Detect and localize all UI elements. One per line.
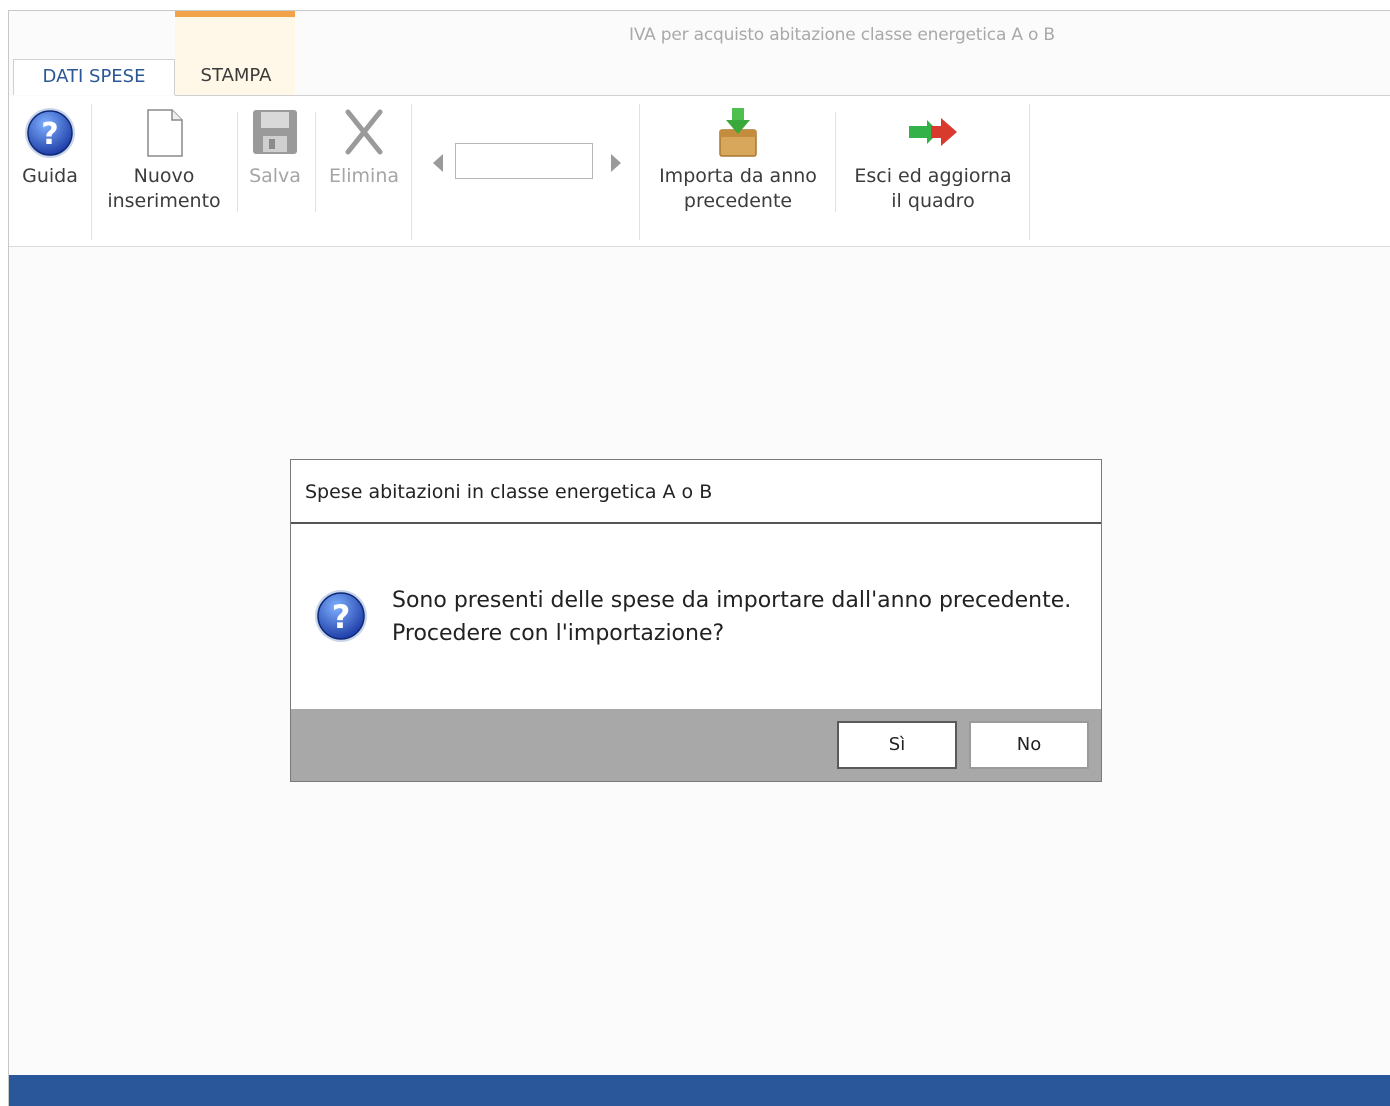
ribbon-separator — [315, 112, 316, 212]
svg-text:?: ? — [332, 598, 351, 636]
guida-label: Guida — [22, 165, 78, 187]
yes-button[interactable]: Sì — [837, 721, 957, 769]
dialog-message-line-2: Procedere con l'importazione? — [392, 621, 725, 646]
ribbon-separator — [91, 104, 92, 240]
tab-dati-spese[interactable]: DATI SPESE — [13, 59, 175, 95]
next-record-arrow[interactable] — [611, 154, 621, 172]
ribbon-separator — [639, 104, 640, 240]
delete-icon — [345, 109, 383, 155]
exit-arrow-icon — [909, 118, 957, 146]
confirm-import-dialog: Spese abitazioni in classe energetica A … — [290, 459, 1102, 782]
ribbon-toolbar: ? Guida Nuovo inserimento Salva Elimina … — [9, 96, 1390, 247]
salva-button[interactable]: Salva — [243, 106, 307, 189]
nuovo-inserimento-button[interactable]: Nuovo inserimento — [99, 106, 229, 214]
dialog-message: Sono presenti delle spese da importare d… — [392, 584, 1082, 650]
new-document-icon — [147, 109, 183, 157]
ribbon-separator — [835, 112, 836, 212]
esci-aggiorna-quadro-button[interactable]: Esci ed aggiorna il quadro — [843, 106, 1023, 214]
import-box-icon — [719, 108, 757, 157]
previous-record-arrow[interactable] — [433, 154, 443, 172]
tab-stampa[interactable]: STAMPA — [181, 59, 291, 95]
status-bar — [9, 1075, 1390, 1106]
elimina-label: Elimina — [328, 165, 400, 187]
esci-label: Esci ed aggiorna il quadro — [854, 165, 1012, 212]
dialog-message-line-1: Sono presenti delle spese da importare d… — [392, 588, 1072, 613]
importa-anno-precedente-button[interactable]: Importa da anno precedente — [647, 106, 829, 214]
salva-label: Salva — [249, 165, 301, 187]
ribbon-separator — [411, 104, 412, 240]
ribbon-separator — [237, 112, 238, 212]
importa-label: Importa da anno precedente — [659, 165, 817, 212]
guida-button[interactable]: ? Guida — [17, 106, 83, 189]
elimina-button[interactable]: Elimina — [321, 106, 407, 189]
nuovo-label: Nuovo inserimento — [107, 165, 221, 212]
record-navigator-input[interactable] — [455, 143, 593, 179]
save-icon — [253, 110, 297, 154]
dialog-title: Spese abitazioni in classe energetica A … — [291, 460, 1101, 524]
svg-text:?: ? — [41, 117, 58, 152]
dialog-footer: Sì No — [291, 709, 1101, 781]
question-icon: ? — [315, 590, 367, 642]
ribbon-separator — [1029, 104, 1030, 240]
window-title: IVA per acquisto abitazione classe energ… — [629, 25, 1055, 45]
help-icon: ? — [25, 108, 75, 158]
no-button[interactable]: No — [969, 721, 1089, 769]
